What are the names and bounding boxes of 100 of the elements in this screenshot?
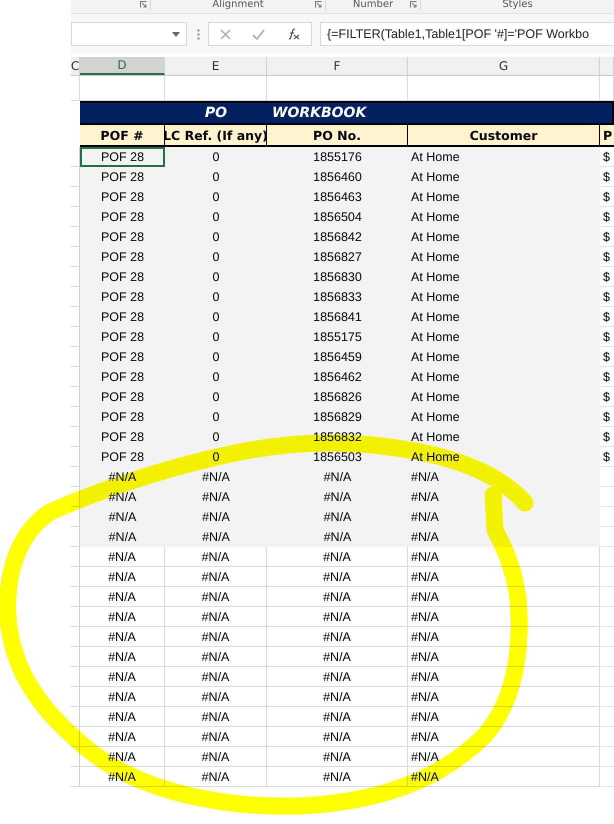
table-cell[interactable]: #N/A [202,730,230,744]
table-cell[interactable]: #N/A [323,770,351,784]
checkmark-icon[interactable] [252,28,265,40]
table-cell[interactable]: At Home [411,370,460,384]
table-cell[interactable]: #N/A [411,590,439,604]
table-cell[interactable]: #N/A [202,690,230,704]
table-cell[interactable]: #N/A [108,630,136,644]
table-cell[interactable]: 0 [212,230,220,244]
table-cell[interactable]: #N/A [323,690,351,704]
table-cell[interactable]: #N/A [108,690,136,704]
table-cell[interactable]: At Home [411,290,460,304]
table-cell[interactable]: At Home [411,230,460,244]
table-cell[interactable]: #N/A [411,610,439,624]
table-cell[interactable]: #N/A [411,570,439,584]
cancel-icon[interactable] [220,28,231,40]
table-cell[interactable]: At Home [411,410,460,424]
table-cell[interactable]: #N/A [411,710,439,724]
dialog-launcher-icon[interactable] [315,1,322,8]
table-cell[interactable]: At Home [411,310,460,324]
table-cell[interactable]: $ [603,330,610,344]
table-cell[interactable]: #N/A [202,610,230,624]
table-cell[interactable]: 0 [212,310,220,324]
table-cell[interactable]: #N/A [108,730,136,744]
active-cell-frame[interactable]: POF 28 [80,147,165,167]
table-cell[interactable]: #N/A [323,710,351,724]
table-cell[interactable]: At Home [411,450,460,464]
table-cell[interactable]: #N/A [324,530,352,544]
table-cell[interactable]: $ [603,410,610,424]
formula-field[interactable]: {=FILTER(Table1,Table1[POF '#]='POF Workbo [320,22,614,46]
table-cell[interactable]: #N/A [202,770,230,784]
dialog-launcher-icon[interactable] [410,1,417,8]
table-cell[interactable]: 0 [212,430,220,444]
table-cell[interactable]: #N/A [411,750,439,764]
table-cell[interactable]: #N/A [323,650,351,664]
table-cell[interactable]: #N/A [411,490,439,504]
table-cell[interactable]: #N/A [108,550,136,564]
table-cell[interactable]: $ [603,210,610,224]
table-cell[interactable]: $ [603,350,610,364]
table-cell[interactable]: #N/A [323,590,351,604]
table-cell[interactable]: 0 [212,170,220,184]
dialog-launcher-icon[interactable] [140,1,147,8]
table-cell[interactable]: $ [603,370,610,384]
table-cell[interactable]: 0 [212,350,220,364]
table-cell[interactable]: #N/A [108,710,136,724]
table-cell[interactable]: #N/A [411,630,439,644]
table-cell[interactable]: #N/A [323,750,351,764]
table-cell[interactable]: At Home [411,210,460,224]
drag-handle-icon[interactable] [197,28,200,40]
table-cell[interactable]: #N/A [411,690,439,704]
table-cell[interactable]: #N/A [411,550,439,564]
table-cell[interactable]: 0 [212,270,220,284]
table-cell[interactable]: #N/A [411,530,439,544]
table-cell[interactable]: At Home [411,170,460,184]
table-cell[interactable]: $ [603,230,610,244]
table-cell[interactable]: $ [603,430,610,444]
table-cell[interactable]: $ [603,290,610,304]
table-cell[interactable]: #N/A [202,670,230,684]
table-cell[interactable]: $ [603,170,610,184]
table-cell[interactable]: 0 [212,210,220,224]
table-cell[interactable]: 0 [212,450,220,464]
table-cell[interactable]: 0 [212,190,220,204]
table-cell[interactable]: #N/A [202,570,230,584]
table-cell[interactable]: 0 [212,290,220,304]
table-cell[interactable]: #N/A [202,710,230,724]
column-header[interactable]: E [165,57,267,75]
table-cell[interactable]: 0 [212,150,220,164]
table-cell[interactable]: #N/A [108,570,136,584]
table-cell[interactable]: 0 [212,250,220,264]
table-cell[interactable]: #N/A [411,470,439,484]
table-cell[interactable]: #N/A [202,630,230,644]
table-cell[interactable]: #N/A [323,550,351,564]
table-cell[interactable]: #N/A [411,770,439,784]
table-cell[interactable]: $ [603,250,610,264]
table-cell[interactable]: #N/A [108,590,136,604]
table-cell[interactable]: #N/A [411,510,439,524]
table-cell[interactable]: $ [603,310,610,324]
column-header[interactable]: D [80,57,165,75]
table-cell[interactable]: #N/A [324,470,352,484]
table-cell[interactable]: At Home [411,150,460,164]
table-cell[interactable]: At Home [411,330,460,344]
dropdown-caret-icon[interactable] [172,32,180,36]
insert-function-icon[interactable] [286,28,300,40]
table-cell[interactable]: 0 [212,390,220,404]
column-header[interactable]: F [267,57,408,75]
table-cell[interactable]: #N/A [323,630,351,644]
table-cell[interactable]: $ [603,190,610,204]
table-cell[interactable]: #N/A [202,750,230,764]
table-cell[interactable]: #N/A [411,650,439,664]
table-cell[interactable]: #N/A [108,650,136,664]
table-cell[interactable]: 0 [212,410,220,424]
table-cell[interactable]: At Home [411,350,460,364]
table-cell[interactable]: #N/A [323,670,351,684]
table-cell[interactable]: $ [603,150,610,164]
table-cell[interactable]: #N/A [323,610,351,624]
column-header[interactable]: G [408,57,600,75]
table-cell[interactable]: #N/A [202,530,230,544]
table-cell[interactable]: #N/A [323,570,351,584]
table-cell[interactable]: POF 28 [100,150,144,164]
table-cell[interactable]: #N/A [202,470,230,484]
table-cell[interactable]: #N/A [324,510,352,524]
